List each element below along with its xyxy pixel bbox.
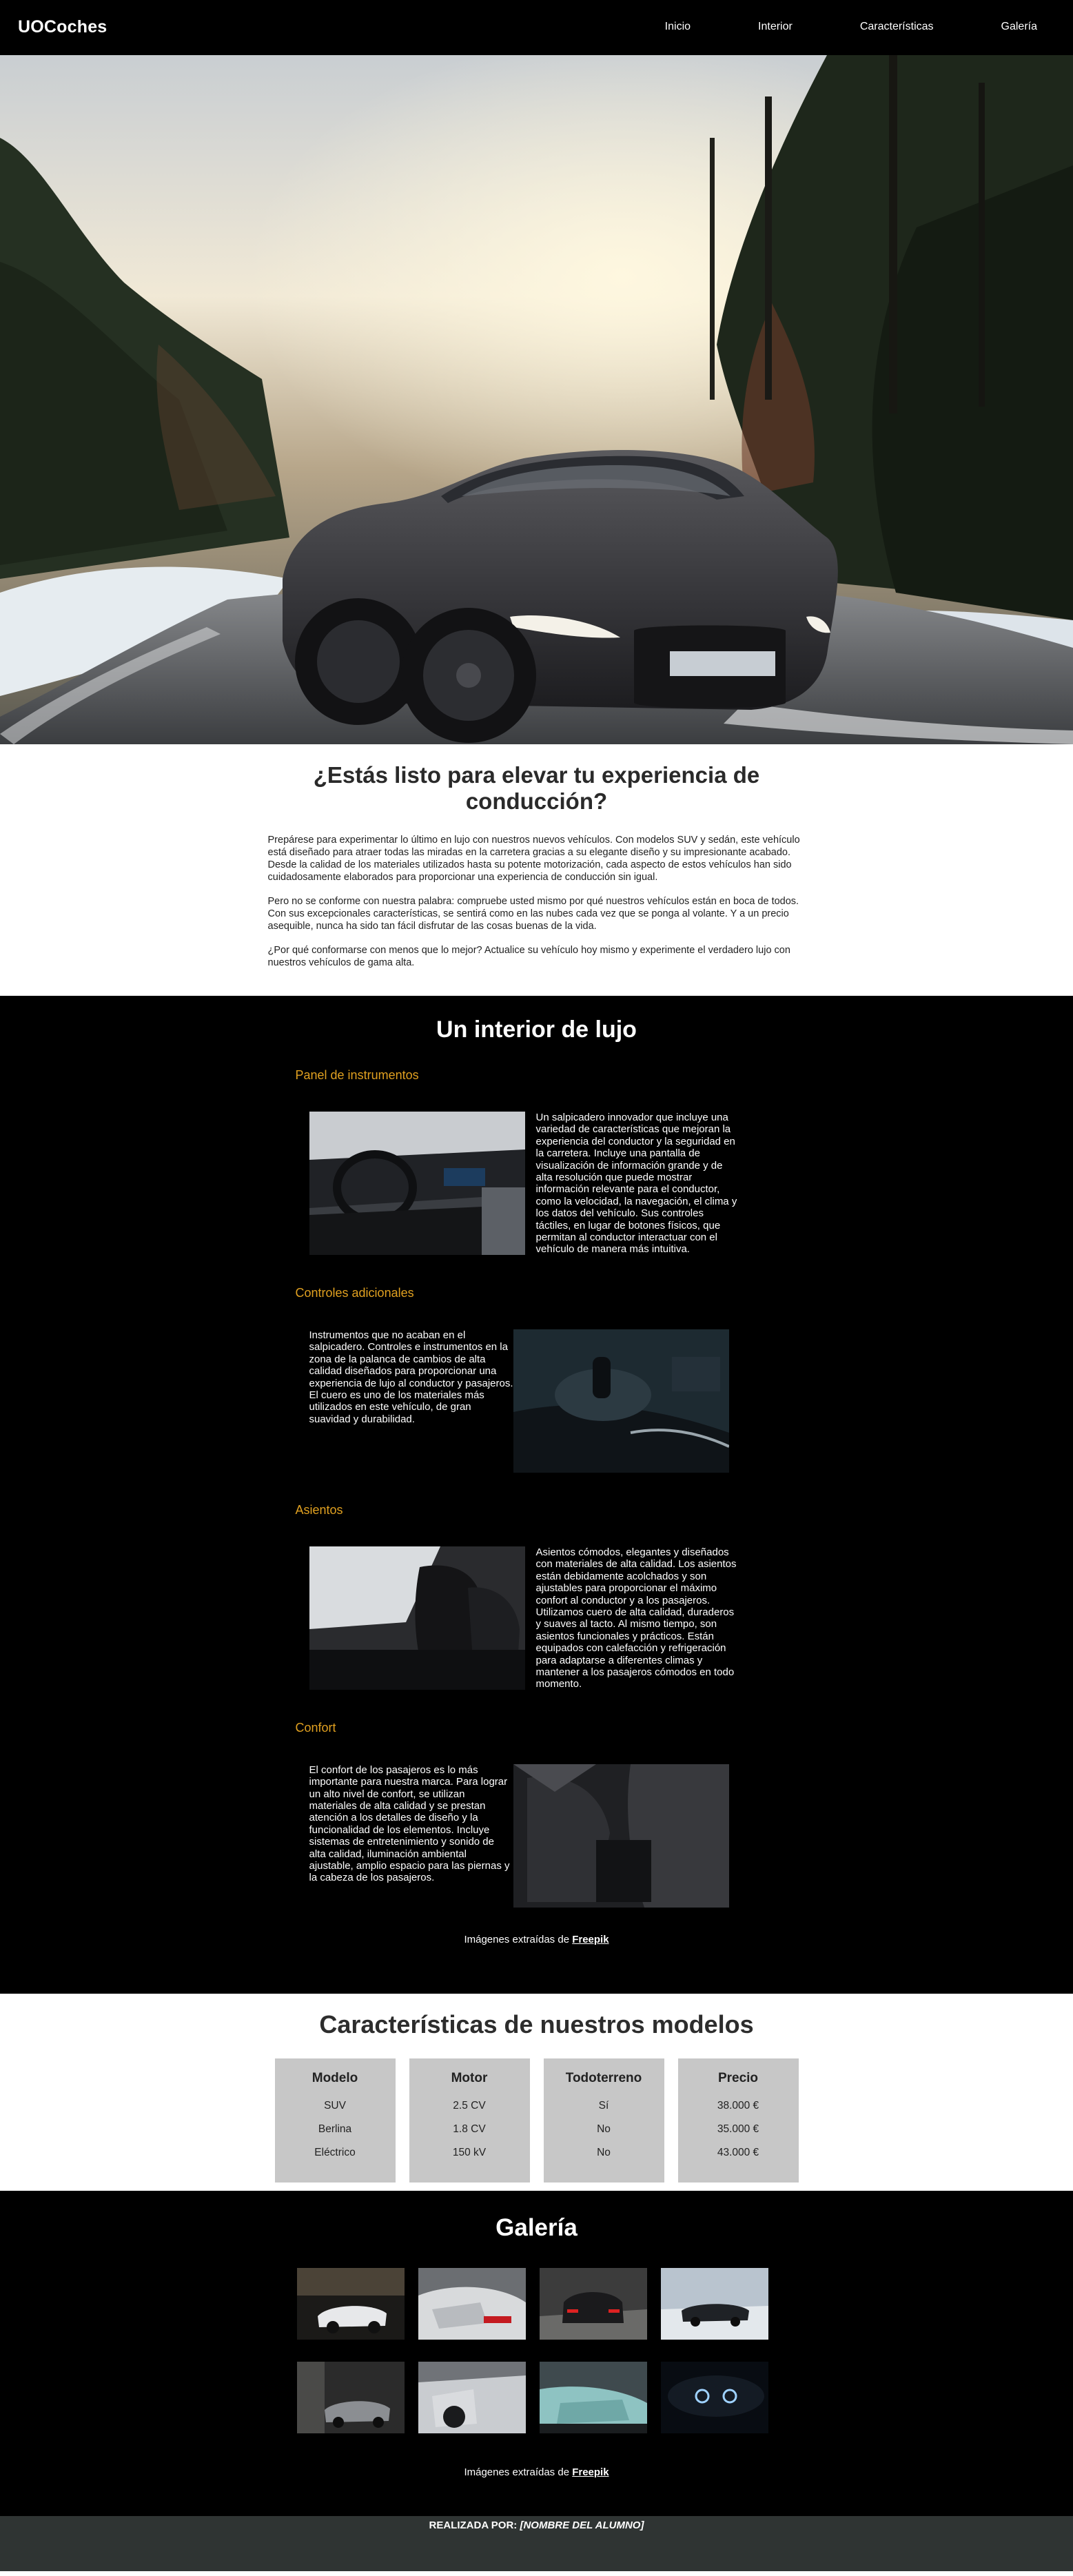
intro-title: ¿Estás listo para elevar tu experiencia … xyxy=(313,762,760,814)
feature-title: Confort xyxy=(295,1720,336,1735)
feature-title: Asientos xyxy=(295,1502,343,1517)
gallery-thumbnail[interactable] xyxy=(660,2267,768,2340)
table-cell: 35.000 € xyxy=(717,2123,759,2135)
column-header: Modelo xyxy=(311,2070,358,2085)
nav-link-caracteristicas[interactable]: Características xyxy=(860,21,934,33)
table-column-todoterreno: Todoterreno Sí No No xyxy=(543,2058,664,2183)
credit-prefix: Imágenes extraídas de xyxy=(464,2466,573,2478)
intro-paragraph: Prepárese para experimentar lo último en… xyxy=(267,835,800,883)
dashboard-photo xyxy=(309,1112,525,1255)
hero-image xyxy=(0,55,1073,744)
credit-prefix: Imágenes extraídas de xyxy=(464,1933,573,1945)
feature-controles-adicionales: Controles adicionales Instrumentos que n… xyxy=(282,1286,792,1473)
nav-link-galeria[interactable]: Galería xyxy=(1001,21,1037,33)
intro-paragraph: ¿Por qué conformarse con menos que lo me… xyxy=(267,945,790,968)
footer-prefix: REALIZADA POR: xyxy=(429,2519,520,2531)
column-header: Todoterreno xyxy=(565,2070,642,2085)
table-cell: 43.000 € xyxy=(717,2146,759,2158)
main-nav: Inicio Interior Características Galería xyxy=(665,21,1037,33)
page-footer: REALIZADA POR: [NOMBRE DEL ALUMNO] xyxy=(0,2515,1073,2571)
feature-title: Panel de instrumentos xyxy=(295,1068,419,1082)
models-title: Características de nuestros modelos xyxy=(319,2010,754,2038)
models-section: Características de nuestros modelos Mode… xyxy=(0,1993,1073,2191)
license-plate xyxy=(670,651,775,676)
gear-shift-console-photo xyxy=(513,1329,729,1473)
gallery-thumbnail[interactable] xyxy=(539,2361,647,2433)
gallery-thumbnail[interactable] xyxy=(660,2361,768,2433)
nav-link-interior[interactable]: Interior xyxy=(758,21,793,33)
interior-section: Un interior de lujo Panel de instrumento… xyxy=(0,996,1073,1994)
gallery-grid xyxy=(296,2267,777,2433)
table-cell: SUV xyxy=(324,2099,346,2112)
gallery-thumbnail[interactable] xyxy=(418,2361,526,2433)
table-cell: Berlina xyxy=(318,2123,352,2135)
top-navigation-bar: UOCoches Inicio Interior Características… xyxy=(0,0,1073,55)
table-cell: No xyxy=(597,2146,611,2158)
table-cell: 2.5 CV xyxy=(453,2099,486,2112)
table-cell: 150 kV xyxy=(452,2146,487,2158)
gallery-thumbnail[interactable] xyxy=(296,2267,405,2340)
footer-author-name: [NOMBRE DEL ALUMNO] xyxy=(520,2519,644,2531)
freepik-link[interactable]: Freepik xyxy=(572,1934,609,1945)
intro-paragraphs: Prepárese para experimentar lo último en… xyxy=(268,834,806,969)
image-credit: Imágenes extraídas de Freepik xyxy=(0,1934,1073,1945)
feature-text: Un salpicadero innovador que incluye una… xyxy=(535,1112,737,1256)
table-cell: Eléctrico xyxy=(314,2146,356,2158)
interior-title: Un interior de lujo xyxy=(436,1016,637,1043)
gallery-section: Galería Imágenes extraídas de Freepik xyxy=(0,2190,1073,2516)
nav-link-inicio[interactable]: Inicio xyxy=(665,21,691,33)
table-cell: 1.8 CV xyxy=(453,2123,486,2135)
image-credit: Imágenes extraídas de Freepik xyxy=(0,2466,1073,2478)
intro-section: ¿Estás listo para elevar tu experiencia … xyxy=(0,744,1073,996)
column-header: Precio xyxy=(717,2070,759,2085)
gallery-thumbnail[interactable] xyxy=(418,2267,526,2340)
feature-title: Controles adicionales xyxy=(295,1285,414,1300)
feature-text: Asientos cómodos, elegantes y diseñados … xyxy=(535,1546,737,1690)
gallery-title: Galería xyxy=(495,2214,578,2241)
sports-car-on-road-photo xyxy=(0,55,1073,744)
column-header: Motor xyxy=(451,2070,488,2085)
table-column-precio: Precio 38.000 € 35.000 € 43.000 € xyxy=(677,2058,799,2183)
table-column-motor: Motor 2.5 CV 1.8 CV 150 kV xyxy=(409,2058,530,2183)
table-cell: Sí xyxy=(598,2099,609,2112)
table-cell: 38.000 € xyxy=(717,2099,759,2112)
feature-asientos: Asientos Asientos cómodos, elegantes y d… xyxy=(282,1503,792,1690)
models-table: Modelo SUV Berlina Eléctrico Motor 2.5 C… xyxy=(0,2058,1073,2183)
feature-text: El confort de los pasajeros es lo más im… xyxy=(309,1764,510,1884)
gallery-thumbnail[interactable] xyxy=(296,2361,405,2433)
feature-panel-de-instrumentos: Panel de instrumentos Un salpicadero inn… xyxy=(282,1068,792,1256)
seats-photo xyxy=(309,1546,525,1690)
gallery-thumbnail[interactable] xyxy=(539,2267,647,2340)
freepik-link[interactable]: Freepik xyxy=(572,2466,609,2478)
feature-confort: Confort El confort de los pasajeros es l… xyxy=(282,1721,792,1908)
table-cell: No xyxy=(597,2123,611,2135)
table-column-modelo: Modelo SUV Berlina Eléctrico xyxy=(274,2058,396,2183)
brand-logo[interactable]: UOCoches xyxy=(18,17,107,37)
feature-text: Instrumentos que no acaban en el salpica… xyxy=(309,1329,513,1425)
intro-paragraph: Pero no se conforme con nuestra palabra:… xyxy=(267,896,799,932)
cabin-comfort-photo xyxy=(513,1764,729,1908)
